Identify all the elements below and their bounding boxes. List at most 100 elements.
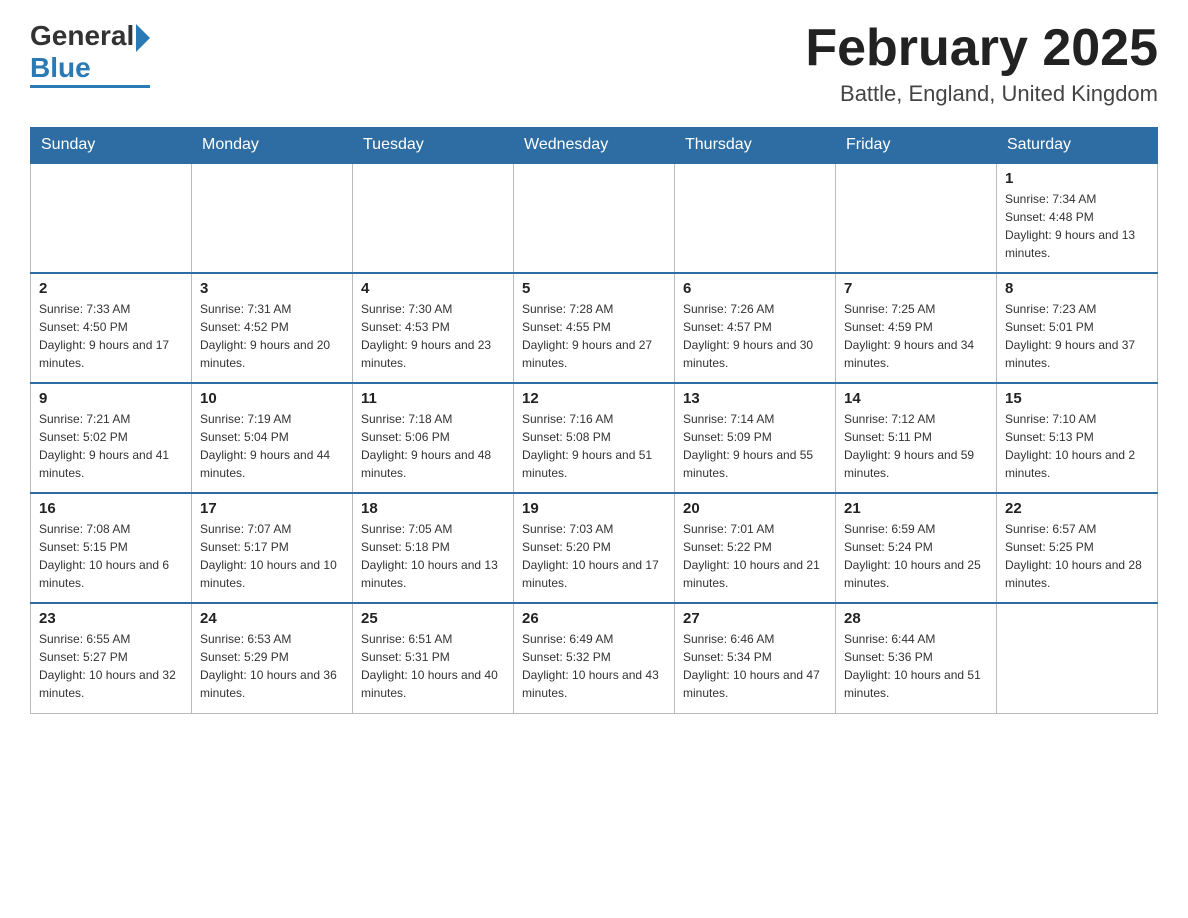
day-number: 13 — [683, 390, 827, 407]
calendar-cell: 5Sunrise: 7:28 AMSunset: 4:55 PMDaylight… — [514, 273, 675, 383]
day-number: 14 — [844, 390, 988, 407]
day-info: Sunrise: 6:44 AMSunset: 5:36 PMDaylight:… — [844, 630, 988, 702]
day-of-week-header: Monday — [192, 128, 353, 164]
day-number: 10 — [200, 390, 344, 407]
calendar-cell: 27 Sunrise: 6:46 AMSunset: 5:34 PMDayligh… — [675, 603, 836, 713]
calendar-week-row: 2Sunrise: 7:33 AMSunset: 4:50 PMDaylight… — [31, 273, 1158, 383]
day-info: Sunrise: 7:19 AMSunset: 5:04 PMDaylight:… — [200, 410, 344, 482]
day-number: 15 — [1005, 390, 1149, 407]
day-number: 9 — [39, 390, 183, 407]
calendar-cell: 3 Sunrise: 7:31 AMSunset: 4:52 PMDaylight… — [192, 273, 353, 383]
logo-general: General — [30, 20, 134, 52]
calendar-cell: 12 Sunrise: 7:16 AMSunset: 5:08 PMDayligh… — [514, 383, 675, 493]
day-info: Sunrise: 7:05 AMSunset: 5:18 PMDaylight:… — [361, 520, 505, 592]
calendar-cell: 17 Sunrise: 7:07 AMSunset: 5:17 PMDayligh… — [192, 493, 353, 603]
calendar-cell: 15 Sunrise: 7:10 AMSunset: 5:13 PMDayligh… — [997, 383, 1158, 493]
day-info: Sunrise: 7:30 AMSunset: 4:53 PMDaylight:… — [361, 300, 505, 372]
day-info: Sunrise: 7:10 AMSunset: 5:13 PMDaylight:… — [1005, 410, 1149, 482]
calendar-cell: 2Sunrise: 7:33 AMSunset: 4:50 PMDaylight… — [31, 273, 192, 383]
logo: General Blue — [30, 20, 150, 88]
day-number: 5 — [522, 280, 666, 297]
calendar-cell — [514, 163, 675, 273]
month-title: February 2025 — [805, 20, 1158, 77]
day-info: Sunrise: 6:53 AMSunset: 5:29 PMDaylight:… — [200, 630, 344, 702]
day-info: Sunrise: 7:25 AMSunset: 4:59 PMDaylight:… — [844, 300, 988, 372]
calendar-cell: 7 Sunrise: 7:25 AMSunset: 4:59 PMDaylight… — [836, 273, 997, 383]
day-of-week-header: Thursday — [675, 128, 836, 164]
calendar-cell: 10 Sunrise: 7:19 AMSunset: 5:04 PMDayligh… — [192, 383, 353, 493]
calendar-cell: 1 Sunrise: 7:34 AMSunset: 4:48 PMDaylight… — [997, 163, 1158, 273]
location-subtitle: Battle, England, United Kingdom — [805, 81, 1158, 107]
day-number: 11 — [361, 390, 505, 407]
day-number: 21 — [844, 500, 988, 517]
calendar-cell — [192, 163, 353, 273]
day-info: Sunrise: 7:03 AMSunset: 5:20 PMDaylight:… — [522, 520, 666, 592]
day-number: 17 — [200, 500, 344, 517]
logo-blue: Blue — [30, 52, 91, 84]
calendar-header-row: SundayMondayTuesdayWednesdayThursdayFrid… — [31, 128, 1158, 164]
day-info: Sunrise: 7:33 AMSunset: 4:50 PMDaylight:… — [39, 300, 183, 372]
day-number: 26 — [522, 610, 666, 627]
calendar-cell: 25 Sunrise: 6:51 AMSunset: 5:31 PMDayligh… — [353, 603, 514, 713]
logo-arrow-icon — [136, 24, 150, 52]
day-number: 25 — [361, 610, 505, 627]
calendar-cell: 19 Sunrise: 7:03 AMSunset: 5:20 PMDayligh… — [514, 493, 675, 603]
day-info: Sunrise: 7:07 AMSunset: 5:17 PMDaylight:… — [200, 520, 344, 592]
title-section: February 2025 Battle, England, United Ki… — [805, 20, 1158, 107]
day-info: Sunrise: 7:23 AMSunset: 5:01 PMDaylight:… — [1005, 300, 1149, 372]
day-of-week-header: Wednesday — [514, 128, 675, 164]
day-number: 20 — [683, 500, 827, 517]
day-info: Sunrise: 7:16 AMSunset: 5:08 PMDaylight:… — [522, 410, 666, 482]
calendar-cell: 28 Sunrise: 6:44 AMSunset: 5:36 PMDayligh… — [836, 603, 997, 713]
day-number: 3 — [200, 280, 344, 297]
day-info: Sunrise: 6:55 AMSunset: 5:27 PMDaylight:… — [39, 630, 183, 702]
calendar-cell — [836, 163, 997, 273]
day-number: 27 — [683, 610, 827, 627]
day-of-week-header: Friday — [836, 128, 997, 164]
day-info: Sunrise: 6:59 AMSunset: 5:24 PMDaylight:… — [844, 520, 988, 592]
day-info: Sunrise: 7:01 AMSunset: 5:22 PMDaylight:… — [683, 520, 827, 592]
day-number: 7 — [844, 280, 988, 297]
day-number: 23 — [39, 610, 183, 627]
day-number: 8 — [1005, 280, 1149, 297]
page-header: General Blue February 2025 Battle, Engla… — [30, 20, 1158, 107]
day-number: 19 — [522, 500, 666, 517]
calendar-cell: 8 Sunrise: 7:23 AMSunset: 5:01 PMDaylight… — [997, 273, 1158, 383]
day-of-week-header: Sunday — [31, 128, 192, 164]
calendar-cell: 4 Sunrise: 7:30 AMSunset: 4:53 PMDaylight… — [353, 273, 514, 383]
day-number: 12 — [522, 390, 666, 407]
calendar-cell: 13 Sunrise: 7:14 AMSunset: 5:09 PMDayligh… — [675, 383, 836, 493]
day-info: Sunrise: 7:34 AMSunset: 4:48 PMDaylight:… — [1005, 190, 1149, 262]
day-number: 18 — [361, 500, 505, 517]
day-info: Sunrise: 7:21 AMSunset: 5:02 PMDaylight:… — [39, 410, 183, 482]
calendar-table: SundayMondayTuesdayWednesdayThursdayFrid… — [30, 127, 1158, 714]
calendar-cell: 6Sunrise: 7:26 AMSunset: 4:57 PMDaylight… — [675, 273, 836, 383]
calendar-cell: 14Sunrise: 7:12 AMSunset: 5:11 PMDayligh… — [836, 383, 997, 493]
day-of-week-header: Saturday — [997, 128, 1158, 164]
day-of-week-header: Tuesday — [353, 128, 514, 164]
day-info: Sunrise: 6:51 AMSunset: 5:31 PMDaylight:… — [361, 630, 505, 702]
day-number: 4 — [361, 280, 505, 297]
calendar-cell — [353, 163, 514, 273]
day-number: 16 — [39, 500, 183, 517]
day-info: Sunrise: 6:46 AMSunset: 5:34 PMDaylight:… — [683, 630, 827, 702]
day-info: Sunrise: 7:31 AMSunset: 4:52 PMDaylight:… — [200, 300, 344, 372]
calendar-week-row: 1 Sunrise: 7:34 AMSunset: 4:48 PMDaylight… — [31, 163, 1158, 273]
day-number: 28 — [844, 610, 988, 627]
day-number: 1 — [1005, 170, 1149, 187]
calendar-week-row: 16 Sunrise: 7:08 AMSunset: 5:15 PMDayligh… — [31, 493, 1158, 603]
day-info: Sunrise: 7:08 AMSunset: 5:15 PMDaylight:… — [39, 520, 183, 592]
calendar-cell: 22Sunrise: 6:57 AMSunset: 5:25 PMDayligh… — [997, 493, 1158, 603]
day-number: 22 — [1005, 500, 1149, 517]
calendar-cell: 20 Sunrise: 7:01 AMSunset: 5:22 PMDayligh… — [675, 493, 836, 603]
calendar-cell — [997, 603, 1158, 713]
day-info: Sunrise: 6:49 AMSunset: 5:32 PMDaylight:… — [522, 630, 666, 702]
calendar-cell: 9 Sunrise: 7:21 AMSunset: 5:02 PMDaylight… — [31, 383, 192, 493]
calendar-cell: 24Sunrise: 6:53 AMSunset: 5:29 PMDayligh… — [192, 603, 353, 713]
calendar-cell: 21 Sunrise: 6:59 AMSunset: 5:24 PMDayligh… — [836, 493, 997, 603]
calendar-cell: 16 Sunrise: 7:08 AMSunset: 5:15 PMDayligh… — [31, 493, 192, 603]
calendar-cell — [31, 163, 192, 273]
day-info: Sunrise: 7:26 AMSunset: 4:57 PMDaylight:… — [683, 300, 827, 372]
day-info: Sunrise: 7:14 AMSunset: 5:09 PMDaylight:… — [683, 410, 827, 482]
calendar-week-row: 23 Sunrise: 6:55 AMSunset: 5:27 PMDayligh… — [31, 603, 1158, 713]
